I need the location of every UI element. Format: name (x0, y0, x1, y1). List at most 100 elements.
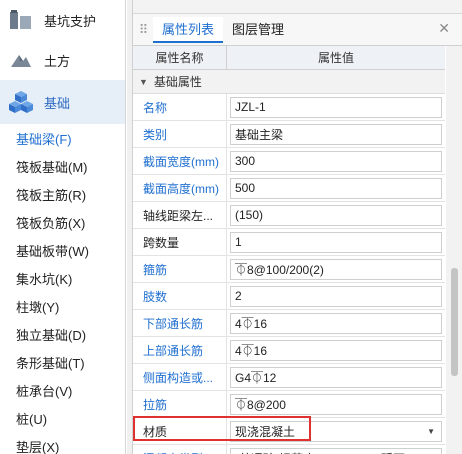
close-icon[interactable]: ✕ (438, 20, 450, 37)
scrollbar-thumb[interactable] (451, 268, 458, 376)
property-value-input[interactable]: ⏁8@200 (230, 393, 442, 415)
sub-item-sump-pit[interactable]: 集水坑(K) (0, 266, 125, 294)
property-value-text: 300 (235, 154, 256, 168)
property-value-input[interactable]: JZL-1 (230, 96, 442, 118)
property-value-text: 1 (235, 235, 242, 249)
collapse-caret-icon[interactable]: ▼ (139, 77, 148, 87)
property-name: 截面高度(mm) (133, 175, 227, 201)
sub-item-raft-foundation[interactable]: 筏板基础(M) (0, 154, 125, 182)
property-name: 混凝土类型 (133, 445, 227, 454)
nav-category-earthwork[interactable]: 土方 (0, 40, 125, 80)
nav-category-retaining[interactable]: 基坑支护 (0, 0, 125, 40)
nav-category-label: 基础 (44, 95, 71, 111)
property-value-input[interactable]: 500 (230, 177, 442, 199)
property-value-cell: 300 (227, 148, 445, 174)
property-value-input[interactable]: 2 (230, 285, 442, 307)
property-row: 侧面构造或... G4⏁12 (133, 364, 445, 391)
property-name: 肢数 (133, 283, 227, 309)
property-grid: 属性名称 属性值 ▼ 基础属性 名称 JZL-1 类别 基础主梁 截面宽度(mm) 300… (133, 46, 445, 454)
property-row: 材质 现浇混凝土 ▼ (133, 418, 445, 445)
dropdown-arrow-icon[interactable]: ▼ (427, 427, 435, 436)
drag-grip-icon[interactable]: ⠿ (133, 22, 153, 38)
property-value-text: 4⏁16 (235, 343, 268, 358)
sub-item-pile-cap[interactable]: 桩承台(V) (0, 378, 125, 406)
property-row: 肢数 2 (133, 283, 445, 310)
property-row: 类别 基础主梁 (133, 121, 445, 148)
property-panel: ⠿ 属性列表 图层管理 ✕ 属性名称 属性值 ▼ 基础属性 名称 JZL-1 类别基… (132, 0, 462, 454)
property-value-text: G4⏁12 (235, 370, 277, 385)
property-value-text: JZL-1 (235, 100, 266, 114)
property-value-cell: 1 (227, 229, 445, 255)
property-rows: 名称 JZL-1 类别 基础主梁 截面宽度(mm) 300 截面高度(mm) 500 轴线距梁左… (133, 94, 445, 454)
sub-item-raft-negative-rebar[interactable]: 筏板负筋(X) (0, 210, 125, 238)
property-value-cell: 现浇混凝土 ▼ (227, 418, 445, 444)
property-value-select[interactable]: 现浇混凝土 ▼ (230, 420, 442, 442)
panel-tab-bar: ⠿ 属性列表 图层管理 ✕ (133, 14, 462, 46)
sub-item-foundation-strip[interactable]: 基础板带(W) (0, 238, 125, 266)
property-value-cell: G4⏁12 (227, 364, 445, 390)
property-name: 截面宽度(mm) (133, 148, 227, 174)
property-value-input[interactable]: ⏁8@100/200(2) (230, 258, 442, 280)
header-property-value: 属性值 (317, 51, 354, 65)
property-value-text: 500 (235, 181, 256, 195)
property-value-cell: (150) (227, 202, 445, 228)
property-value-text: 基础主梁 (235, 127, 284, 142)
nav-category-label: 基坑支护 (44, 13, 97, 29)
tab-property-list[interactable]: 属性列表 (153, 16, 224, 43)
property-name: 轴线距梁左... (133, 202, 227, 228)
sub-item-raft-main-rebar[interactable]: 筏板主筋(R) (0, 182, 125, 210)
property-row: 截面宽度(mm) 300 (133, 148, 445, 175)
property-value-cell: 4⏁16 (227, 337, 445, 363)
component-nav-panel: 基坑支护 土方 基础 基础梁(F) 筏板基础(M) 筏板主筋(R) 筏板负筋(X… (0, 0, 126, 454)
sub-item-column-pier[interactable]: 柱墩(Y) (0, 294, 125, 322)
property-row: 跨数量 1 (133, 229, 445, 256)
property-value-input[interactable]: 基础主梁 (230, 123, 442, 145)
sub-item-foundation-beam[interactable]: 基础梁(F) (0, 126, 125, 154)
tab-layer-management[interactable]: 图层管理 (223, 17, 293, 43)
property-value-text: 2 (235, 289, 242, 303)
grid-header: 属性名称 属性值 (133, 46, 445, 70)
property-value-input[interactable]: (150) (230, 204, 442, 226)
property-value-cell: 4⏁16 (227, 310, 445, 336)
sub-item-pile[interactable]: 桩(U) (0, 406, 125, 434)
foundation-sub-list: 基础梁(F) 筏板基础(M) 筏板主筋(R) 筏板负筋(X) 基础板带(W) 集… (0, 124, 125, 454)
property-name: 箍筋 (133, 256, 227, 282)
property-value-text: 现浇混凝土 (235, 424, 296, 439)
property-value-input[interactable]: 4⏁16 (230, 339, 442, 361)
property-name: 拉筋 (133, 391, 227, 417)
property-value-input[interactable]: 300 (230, 150, 442, 172)
sub-item-isolated-foundation[interactable]: 独立基础(D) (0, 322, 125, 350)
property-value-cell: 2 (227, 283, 445, 309)
property-value-input[interactable]: (普通砼(坍落度10～90mm),砾石5～... (230, 447, 442, 454)
property-row: 混凝土类型 (普通砼(坍落度10～90mm),砾石5～... (133, 445, 445, 454)
property-value-cell: 500 (227, 175, 445, 201)
property-name: 类别 (133, 121, 227, 147)
property-value-input[interactable]: 4⏁16 (230, 312, 442, 334)
property-value-cell: 基础主梁 (227, 121, 445, 147)
property-name: 侧面构造或... (133, 364, 227, 390)
property-row: 截面高度(mm) 500 (133, 175, 445, 202)
property-name: 跨数量 (133, 229, 227, 255)
property-name: 名称 (133, 94, 227, 120)
property-value-cell: (普通砼(坍落度10～90mm),砾石5～... (227, 445, 445, 454)
sub-item-cushion[interactable]: 垫层(X) (0, 434, 125, 454)
property-row: 箍筋 ⏁8@100/200(2) (133, 256, 445, 283)
foundation-cubes-icon (8, 89, 34, 115)
nav-category-foundation[interactable]: 基础 (0, 80, 125, 124)
property-row: 下部通长筋 4⏁16 (133, 310, 445, 337)
property-row: 拉筋 ⏁8@200 (133, 391, 445, 418)
nav-category-label: 土方 (44, 53, 71, 69)
vertical-scrollbar[interactable] (446, 46, 462, 454)
section-basic-properties[interactable]: ▼ 基础属性 (133, 70, 445, 94)
property-value-input[interactable]: 1 (230, 231, 442, 253)
header-property-name: 属性名称 (133, 46, 227, 69)
section-title: 基础属性 (153, 75, 202, 89)
property-value-text: (普通砼(坍落度10～90mm),砾石5～... (235, 450, 434, 454)
property-name: 下部通长筋 (133, 310, 227, 336)
panel-top-strip (133, 0, 462, 14)
property-value-cell: ⏁8@100/200(2) (227, 256, 445, 282)
property-value-input[interactable]: G4⏁12 (230, 366, 442, 388)
sub-item-strip-foundation[interactable]: 条形基础(T) (0, 350, 125, 378)
property-value-cell: ⏁8@200 (227, 391, 445, 417)
property-value-text: (150) (235, 208, 264, 222)
